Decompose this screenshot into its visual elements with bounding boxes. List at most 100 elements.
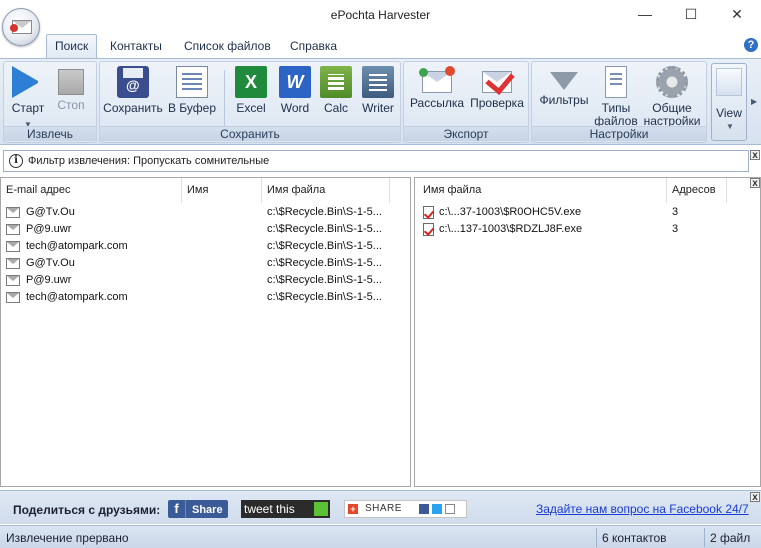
minimize-button[interactable]: — (622, 0, 668, 30)
writer-button[interactable]: Writer (358, 66, 398, 115)
floppy-icon (117, 66, 149, 98)
app-menu-button[interactable] (2, 8, 40, 46)
check-mail-icon (482, 65, 515, 95)
email-cell: P@9.uwr (26, 223, 72, 235)
column-header-file[interactable]: Имя файла (415, 178, 667, 203)
stop-button[interactable]: Стоп (52, 66, 90, 112)
save-button[interactable]: Сохранить (103, 66, 163, 115)
mail-icon (419, 66, 455, 93)
separator (704, 528, 705, 547)
group-export: Рассылка Проверка Экспорт (403, 61, 529, 143)
ribbon-scroll-right-icon[interactable]: ▶ (751, 97, 757, 106)
email-cell: tech@atompark.com (26, 240, 128, 252)
funnel-icon (550, 72, 578, 90)
facebook-share-button[interactable]: f Share (168, 500, 228, 518)
group-save: Сохранить В Буфер X Excel W Word Calc Wr… (99, 61, 401, 143)
plus-icon: + (348, 504, 358, 514)
close-button[interactable]: ✕ (714, 0, 760, 30)
tab-contacts[interactable]: Контакты (102, 36, 170, 58)
stop-label: Стоп (57, 98, 85, 112)
general-settings-button[interactable]: Общие настройки (640, 66, 704, 128)
facebook-support-link[interactable]: Задайте нам вопрос на Facebook 24/7 (536, 502, 749, 516)
save-label: Сохранить (103, 101, 163, 115)
calc-button[interactable]: Calc (318, 66, 354, 115)
document-icon (605, 66, 627, 98)
mailing-label: Рассылка (409, 96, 465, 110)
close-filter-icon[interactable]: x (750, 150, 760, 161)
addthis-share-button[interactable]: + SHARE (344, 500, 467, 518)
envelope-icon (6, 241, 20, 252)
file-check-icon (423, 206, 434, 219)
file-cell: c:\...137-1003\$RDZLJ8F.exe (439, 223, 583, 235)
check-button[interactable]: Проверка (468, 65, 526, 110)
badge-icon (419, 68, 428, 77)
tweet-button[interactable]: tweet this (241, 500, 330, 518)
file-cell: c:\$Recycle.Bin\S-1-5... (267, 274, 382, 286)
column-header-count[interactable]: Адресов (667, 178, 727, 203)
status-bar: Извлечение прервано 6 контактов 2 файл (0, 525, 761, 548)
envelope-icon (6, 224, 20, 235)
count-cell: 3 (672, 206, 679, 218)
calc-label: Calc (323, 101, 348, 115)
file-cell: c:\$Recycle.Bin\S-1-5... (267, 223, 382, 235)
start-label: Старт (11, 101, 45, 115)
file-check-icon (423, 223, 434, 236)
twitter-arrow-icon (314, 502, 328, 516)
column-header-name[interactable]: Имя (182, 178, 262, 203)
group-extract: Старт ▼ Стоп Извлечь (3, 61, 97, 143)
filters-button[interactable]: Фильтры (536, 66, 592, 107)
start-button[interactable]: Старт ▼ (8, 66, 48, 129)
gear-icon (656, 66, 688, 98)
tab-search[interactable]: Поиск (46, 34, 98, 59)
check-label: Проверка (470, 96, 524, 110)
word-button[interactable]: W Word (274, 66, 316, 115)
view-button[interactable]: View ▼ (711, 63, 747, 141)
stop-icon (58, 69, 84, 95)
facebook-share-label: Share (192, 504, 223, 516)
envelope-icon (6, 292, 20, 303)
file-cell: c:\...37-1003\$R0OHC5V.exe (439, 206, 582, 218)
envelope-icon (6, 258, 20, 269)
mailing-button[interactable]: Рассылка (408, 66, 466, 110)
filetypes-label-1: Типы (601, 101, 631, 115)
share-label: Поделиться с друзьями: (13, 503, 161, 517)
maximize-button[interactable]: ☐ (668, 0, 714, 30)
help-icon[interactable]: ? (744, 38, 758, 52)
emails-list[interactable]: E-mail адрес Имя Имя файла G@Tv.Ou c:\$R… (0, 177, 411, 487)
file-cell: c:\$Recycle.Bin\S-1-5... (267, 291, 382, 303)
play-icon (12, 66, 44, 98)
separator (224, 70, 225, 128)
word-icon: W (279, 66, 311, 98)
excel-button[interactable]: X Excel (230, 66, 272, 115)
tab-file-list[interactable]: Список файлов (176, 36, 279, 58)
envelope-icon (6, 275, 20, 286)
filetypes-button[interactable]: Типы файлов (594, 66, 638, 128)
separator (596, 528, 597, 547)
group-settings: Фильтры Типы файлов Общие настройки Наст… (531, 61, 707, 143)
chevron-down-icon: ▼ (726, 122, 734, 131)
status-contacts-count: 6 контактов (602, 531, 667, 545)
clipboard-icon (176, 66, 208, 98)
status-files-count: 2 файл (710, 531, 751, 545)
facebook-icon: f (168, 500, 186, 518)
email-cell: P@9.uwr (26, 274, 72, 286)
close-share-bar-icon[interactable]: x (750, 492, 760, 503)
info-icon: i (9, 154, 23, 168)
files-list[interactable]: Имя файла Адресов c:\...37-1003\$R0OHC5V… (414, 177, 761, 487)
count-cell: 3 (672, 223, 679, 235)
writer-icon (362, 66, 394, 98)
column-header-file[interactable]: Имя файла (262, 178, 390, 203)
envelope-icon (6, 207, 20, 218)
calc-icon (320, 66, 352, 98)
tab-help[interactable]: Справка (282, 36, 345, 58)
close-files-panel-icon[interactable]: x (750, 178, 760, 189)
logo-dot-icon (10, 24, 18, 32)
word-label: Word (280, 101, 310, 115)
clipboard-button[interactable]: В Буфер (166, 66, 218, 115)
filter-info-bar: i Фильтр извлечения: Пропускать сомнител… (3, 150, 749, 172)
column-header-email[interactable]: E-mail адрес (1, 178, 182, 203)
view-icon (716, 68, 742, 96)
clipboard-label: В Буфер (167, 101, 217, 115)
ribbon-tabs: Поиск Контакты Список файлов Справка (0, 30, 761, 59)
filters-label: Фильтры (539, 93, 589, 107)
